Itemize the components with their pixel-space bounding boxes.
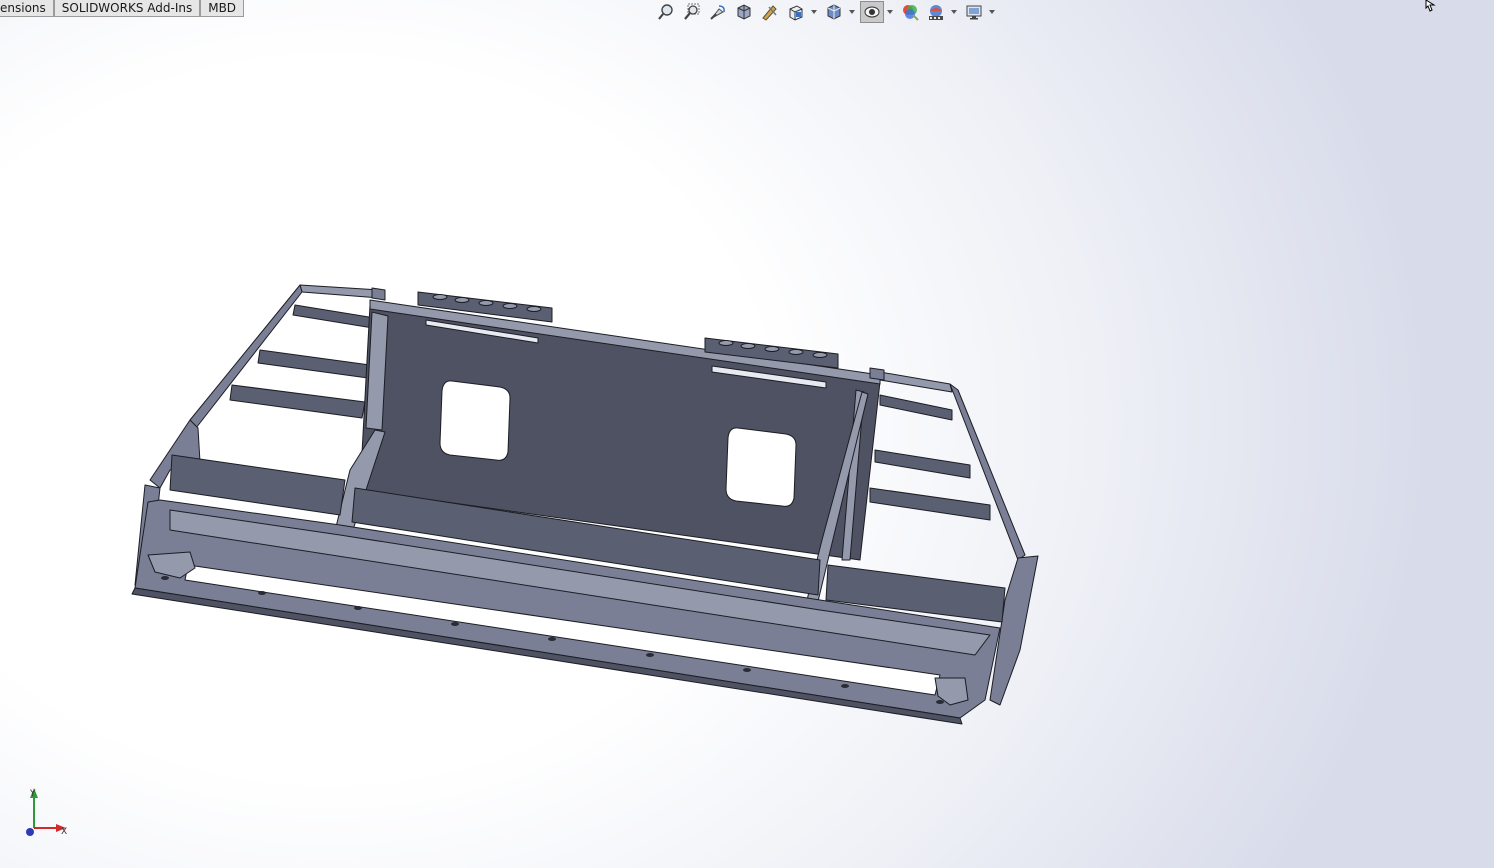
graphics-area[interactable] <box>0 0 1494 868</box>
triad-y-label: Y <box>29 789 36 799</box>
z-axis-marker <box>26 828 34 836</box>
triad-x-label: X <box>61 827 67 837</box>
3d-model-frame-assembly[interactable] <box>131 284 1039 725</box>
coordinate-triad: Y X <box>26 788 67 837</box>
mouse-cursor-icon <box>1425 0 1436 12</box>
